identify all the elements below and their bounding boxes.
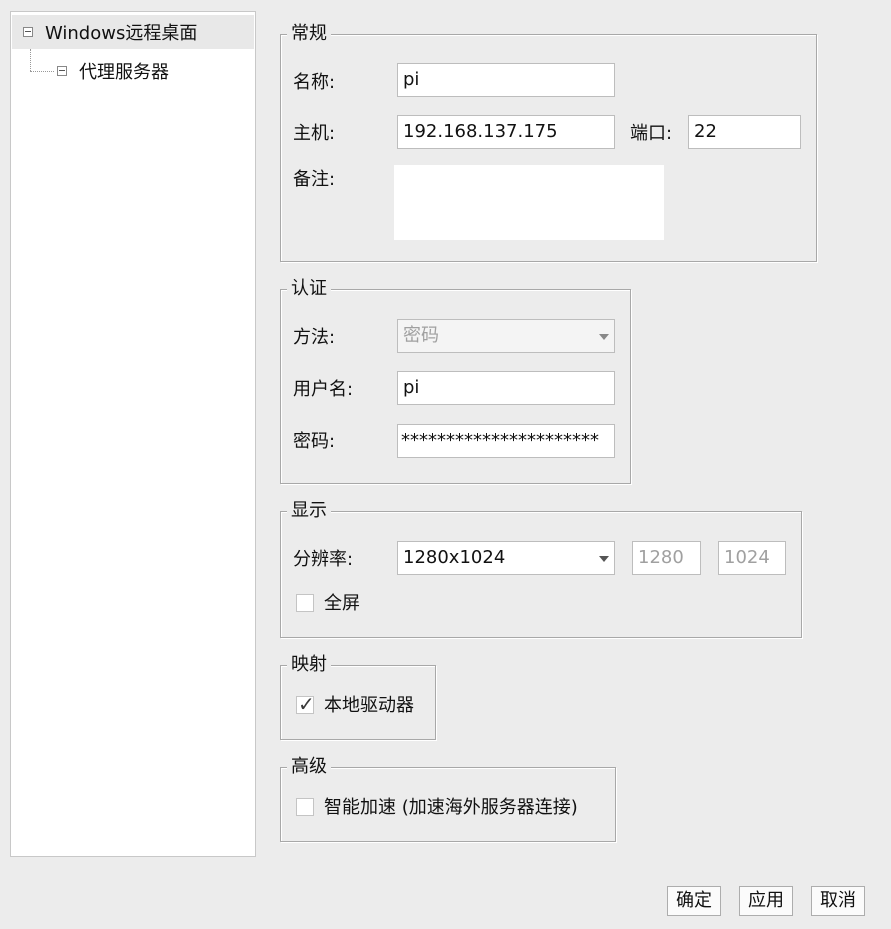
tree-item-proxy[interactable]: 代理服务器: [57, 54, 169, 88]
note-textarea[interactable]: [394, 165, 664, 240]
mapping-legend: 映射: [287, 652, 331, 678]
name-label: 名称:: [293, 72, 336, 93]
connection-tree[interactable]: Windows远程桌面 代理服务器: [10, 11, 256, 857]
username-label: 用户名:: [293, 379, 354, 400]
tree-item-label: 代理服务器: [79, 62, 169, 83]
ok-button[interactable]: 确定: [667, 886, 721, 916]
resolution-value: 1280x1024: [403, 547, 506, 568]
general-group: 常规 名称: pi 主机: 192.168.137.175 端口: 22 备注:: [280, 21, 817, 262]
local-drive-label: 本地驱动器: [324, 695, 414, 716]
method-label: 方法:: [293, 327, 336, 348]
display-legend: 显示: [287, 498, 331, 524]
advanced-legend: 高级: [287, 754, 331, 780]
smart-accel-checkbox[interactable]: [296, 798, 314, 816]
general-legend: 常规: [287, 21, 331, 47]
resolution-select[interactable]: 1280x1024: [397, 541, 615, 575]
password-label: 密码:: [293, 431, 336, 452]
collapse-icon[interactable]: [57, 66, 67, 76]
display-group: 显示 分辨率: 1280x1024 1280 1024 全屏: [280, 498, 802, 638]
port-input[interactable]: 22: [688, 115, 801, 149]
tree-item-windows-rdp[interactable]: Windows远程桌面: [12, 15, 254, 49]
dropdown-arrow-icon: [599, 556, 609, 562]
method-select[interactable]: 密码: [397, 319, 615, 353]
apply-button[interactable]: 应用: [739, 886, 793, 916]
dropdown-arrow-icon: [599, 334, 609, 340]
cancel-button[interactable]: 取消: [811, 886, 865, 916]
fullscreen-checkbox[interactable]: [296, 594, 314, 612]
note-label: 备注:: [293, 169, 336, 190]
fullscreen-label: 全屏: [324, 593, 360, 614]
host-input[interactable]: 192.168.137.175: [397, 115, 615, 149]
smart-accel-label: 智能加速 (加速海外服务器连接): [324, 797, 578, 818]
collapse-icon[interactable]: [23, 27, 33, 37]
resolution-label: 分辨率:: [293, 549, 354, 570]
method-value: 密码: [403, 325, 439, 346]
width-input[interactable]: 1280: [632, 541, 701, 575]
auth-legend: 认证: [287, 276, 331, 302]
username-input[interactable]: pi: [397, 371, 615, 405]
checkmark-icon: ✓: [298, 692, 315, 716]
password-input[interactable]: **********************: [397, 424, 615, 458]
auth-group: 认证 方法: 密码 用户名: pi 密码: ******************…: [280, 276, 631, 484]
mapping-group: 映射 ✓ 本地驱动器: [280, 652, 436, 740]
port-label: 端口:: [630, 123, 673, 144]
tree-connector-line: [30, 49, 31, 71]
height-input[interactable]: 1024: [718, 541, 786, 575]
advanced-group: 高级 智能加速 (加速海外服务器连接): [280, 754, 616, 842]
tree-connector-line: [30, 71, 54, 72]
local-drive-checkbox[interactable]: ✓: [296, 692, 315, 716]
name-input[interactable]: pi: [397, 63, 615, 97]
tree-item-label: Windows远程桌面: [45, 23, 198, 44]
host-label: 主机:: [293, 123, 336, 144]
